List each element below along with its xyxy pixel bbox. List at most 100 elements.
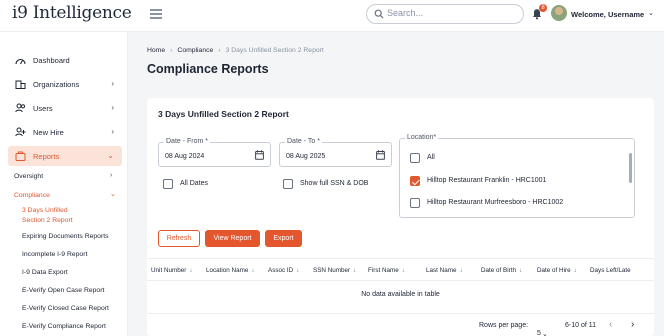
pagination-range: 6-10 of 11 [565,322,597,329]
sort-arrow-icon: ↓ [573,267,577,274]
chevron-down-icon[interactable]: ⌄ [648,9,654,17]
search-icon [374,9,384,19]
breadcrumb-current: 3 Days Unfilled Section 2 Report [225,47,324,54]
sidebar: Dashboard Organizations › Users › New Hi… [0,32,128,336]
chevron-down-icon: ⌄ [542,331,548,336]
export-button[interactable]: Export [265,230,302,247]
location-all-box[interactable] [410,153,420,163]
table-header: Unit Number ↓ Location Name ↓ Assoc ID ↓ SS… [147,258,654,281]
sidebar-item-new-hire[interactable]: New Hire › [8,122,122,142]
sidebar-item-organizations[interactable]: Organizations › [8,74,122,94]
date-to-value: 08 Aug 2025 [286,153,326,160]
welcome-text[interactable]: Welcome, Username [571,10,644,19]
all-dates-checkbox[interactable]: All Dates [163,179,243,191]
sidebar-item-users[interactable]: Users › [8,98,122,118]
column-header[interactable]: SSN Number ↓ [313,267,356,274]
show-ssn-checkbox[interactable]: Show full SSN & DOB [283,179,393,191]
report-title: 3 Days Unfilled Section 2 Report [158,109,289,119]
search-placeholder: Search... [387,8,424,18]
column-header[interactable]: Location Name ↓ [206,267,255,274]
report-card: 3 Days Unfilled Section 2 Report Date - … [147,98,654,336]
chevron-down-icon: ⌄ [107,151,114,160]
chevron-right-icon: › [111,127,114,136]
location-option-all[interactable]: All [410,153,610,165]
sort-arrow-icon: ↓ [519,267,523,274]
search-input[interactable]: Search... [366,4,524,24]
sidebar-item-compliance[interactable]: Compliance [14,192,50,199]
location-option-murfreesboro[interactable]: Hilltop Restaurant Murfreesboro - HRC100… [410,198,620,210]
location-option-franklin[interactable]: Hilltop Restaurant Franklin - HRC1001 [410,176,620,188]
location-select[interactable]: Location* All Hilltop Restaurant Frankli… [399,134,635,218]
collapse-sidebar-icon[interactable] [150,9,162,19]
top-header: i9 Intelligence Search... 8 Welcome, Use… [0,0,664,32]
chevron-right-icon: › [111,103,114,112]
sidebar-subitem-incomplete-i9[interactable]: Incomplete I-9 Report [22,251,87,258]
rows-per-page-label: Rows per page: [479,322,529,329]
view-report-button[interactable]: View Report [205,230,260,247]
sidebar-subitem-everify-compliance[interactable]: E-Verify Compliance Report [22,323,106,330]
location-franklin-box[interactable] [410,176,420,186]
breadcrumb: Home › Compliance › 3 Days Unfilled Section … [147,47,324,54]
location-option-label: Hilltop Restaurant Murfreesboro - HRC100… [427,199,564,206]
date-to-field[interactable]: Date - To * 08 Aug 2025 [279,138,392,167]
sidebar-item-dashboard[interactable]: Dashboard [8,50,122,70]
location-label: Location* [405,134,439,141]
date-to-label: Date - To * [285,138,322,145]
show-ssn-box[interactable] [283,179,293,189]
column-header[interactable]: Last Name ↓ [426,267,463,274]
sort-arrow-icon: ↓ [296,267,300,274]
location-scrollbar[interactable] [629,153,632,183]
users-icon [15,103,26,113]
sidebar-subitem-3-days-unfilled-line2[interactable]: Section 2 Report [22,217,73,224]
column-header[interactable]: Date of Birth ↓ [481,267,522,274]
show-ssn-label: Show full SSN & DOB [300,180,369,187]
dashboard-icon [15,58,26,65]
column-header[interactable]: First Name ↓ [368,267,405,274]
chevron-down-icon: ⌄ [110,191,116,198]
sort-arrow-icon: ↓ [189,267,193,274]
app-logo[interactable]: i9 Intelligence [12,3,132,23]
sidebar-subitem-expiring-documents[interactable]: Expiring Documents Reports [22,233,109,240]
sort-arrow-icon: ↓ [459,267,463,274]
column-header[interactable]: Days Left/Late [590,267,631,274]
column-header[interactable]: Unit Number ↓ [151,267,193,274]
sidebar-subitem-i9-data-export[interactable]: I-9 Data Export [22,269,68,276]
prev-page-icon[interactable]: ‹ [609,319,612,330]
calendar-icon[interactable] [376,150,385,160]
date-from-value: 08 Aug 2024 [165,153,205,160]
page-title: Compliance Reports [147,62,269,76]
location-murfreesboro-box[interactable] [410,198,420,208]
calendar-icon[interactable] [255,150,264,160]
building-icon [15,80,26,89]
chevron-right-icon: › [110,172,113,179]
location-option-label: All [427,154,435,161]
breadcrumb-separator: › [170,47,173,54]
sidebar-item-oversight[interactable]: Oversight [14,173,43,180]
breadcrumb-compliance[interactable]: Compliance [177,47,213,54]
reports-icon [15,151,26,161]
next-page-icon[interactable]: › [631,319,634,330]
column-header[interactable]: Date of Hire ↓ [537,267,577,274]
sort-arrow-icon: ↓ [251,267,255,274]
sort-arrow-icon: ↓ [401,267,405,274]
breadcrumb-home[interactable]: Home [147,47,165,54]
column-header[interactable]: Assoc ID ↓ [268,267,299,274]
sidebar-item-reports[interactable]: Reports ⌄ [8,146,122,166]
sidebar-subitem-everify-open[interactable]: E-Verify Open Case Report [22,287,104,294]
location-option-label: Hilltop Restaurant Franklin - HRC1001 [427,177,547,184]
date-from-field[interactable]: Date - From * 08 Aug 2024 [158,138,271,167]
sidebar-subitem-everify-closed[interactable]: E-Verify Closed Case Report [22,305,109,312]
sidebar-subitem-3-days-unfilled[interactable]: 3 Days Unfilled [22,207,68,214]
breadcrumb-separator: › [218,47,221,54]
sort-arrow-icon: ↓ [353,267,357,274]
notification-badge: 8 [539,4,547,12]
avatar[interactable] [551,5,567,21]
refresh-button[interactable]: Refresh [158,230,200,247]
rows-per-page-value: 5 [537,330,541,336]
table-empty-message: No data available in table [361,291,440,298]
all-dates-box[interactable] [163,179,173,189]
table-pagination: Rows per page: 5 ⌄ 6-10 of 11 ‹ › [147,313,654,336]
add-user-icon [15,127,26,137]
chevron-right-icon: › [111,79,114,88]
date-from-label: Date - From * [164,138,211,145]
